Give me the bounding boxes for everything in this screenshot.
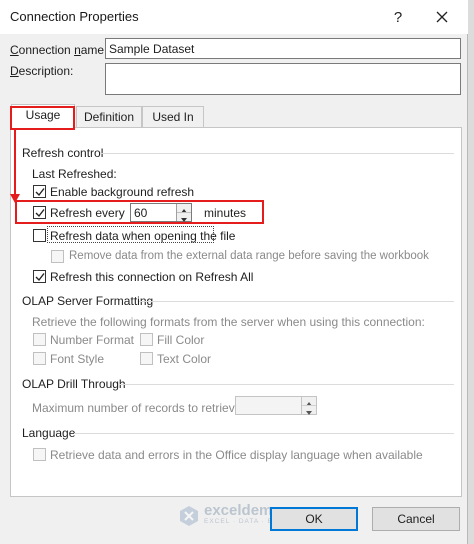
- refresh-control-divider: [100, 153, 454, 154]
- red-arrow-annotation: [10, 129, 20, 203]
- usage-tab-highlight: [10, 106, 75, 130]
- language-heading: Language: [22, 426, 76, 440]
- max-records-spinbox[interactable]: [235, 396, 317, 415]
- cancel-button-label: Cancel: [397, 512, 435, 526]
- office-language-checkbox[interactable]: [33, 448, 46, 461]
- tab-used-in-label: Used In: [152, 110, 194, 124]
- refresh-every-highlight: [15, 200, 264, 224]
- fill-color-label: Fill Color: [157, 333, 205, 347]
- refresh-on-open-label: Refresh data when opening the file: [50, 229, 236, 243]
- text-color-checkbox[interactable]: [140, 352, 153, 365]
- office-language-label: Retrieve data and errors in the Office d…: [50, 448, 423, 462]
- description-label: Description:: [10, 64, 74, 78]
- remove-data-label: Remove data from the external data range…: [69, 250, 429, 262]
- ok-button[interactable]: OK: [270, 507, 358, 531]
- max-records-up-button[interactable]: [302, 397, 316, 406]
- font-style-label: Font Style: [50, 352, 105, 366]
- description-input[interactable]: [105, 63, 461, 95]
- max-records-spinner: [301, 397, 316, 415]
- olap-formatting-heading: OLAP Server Formatting: [22, 294, 154, 308]
- enable-background-refresh-checkbox[interactable]: [33, 185, 46, 198]
- tab-definition[interactable]: Definition: [76, 106, 142, 128]
- checkmark-icon: [35, 273, 45, 282]
- refresh-all-checkbox[interactable]: [33, 270, 46, 283]
- dialog-title: Connection Properties: [10, 9, 139, 24]
- enable-background-refresh-label: Enable background refresh: [50, 185, 195, 199]
- close-icon: [436, 11, 448, 23]
- checkmark-icon: [35, 188, 45, 197]
- connection-name-value: Sample Dataset: [109, 42, 195, 56]
- last-refreshed-label: Last Refreshed:: [32, 167, 117, 181]
- remove-data-checkbox[interactable]: [51, 250, 64, 263]
- olap-formatting-divider: [139, 301, 454, 302]
- max-records-down-button[interactable]: [302, 405, 316, 415]
- refresh-all-label: Refresh this connection on Refresh All: [50, 270, 254, 284]
- olap-drill-heading: OLAP Drill Through: [22, 377, 126, 391]
- help-button[interactable]: ?: [376, 0, 420, 34]
- number-format-checkbox[interactable]: [33, 333, 46, 346]
- connection-name-input[interactable]: Sample Dataset: [105, 38, 461, 59]
- ok-button-label: OK: [305, 512, 323, 526]
- background-sheet-edge: [468, 0, 474, 544]
- max-records-label: Maximum number of records to retrieve:: [32, 401, 245, 415]
- exceldemy-watermark: exceldemy EXCEL · DATA · BI: [178, 503, 281, 527]
- exceldemy-logo-icon: [180, 506, 198, 526]
- close-button[interactable]: [420, 0, 464, 34]
- olap-formatting-description: Retrieve the following formats from the …: [32, 315, 425, 329]
- refresh-control-heading: Refresh control: [22, 146, 104, 160]
- fill-color-checkbox[interactable]: [140, 333, 153, 346]
- help-icon: ?: [393, 8, 403, 26]
- connection-properties-dialog: Connection Properties ? Connection name:…: [0, 0, 468, 544]
- text-color-label: Text Color: [157, 352, 212, 366]
- tab-definition-label: Definition: [83, 110, 135, 124]
- language-divider: [74, 433, 454, 434]
- title-bar: Connection Properties ?: [0, 0, 468, 34]
- number-format-label: Number Format: [50, 333, 135, 347]
- cancel-button[interactable]: Cancel: [372, 507, 460, 531]
- connection-name-label: Connection name:: [10, 43, 108, 57]
- usage-panel: [10, 127, 462, 497]
- tab-used-in[interactable]: Used In: [142, 106, 204, 128]
- font-style-checkbox[interactable]: [33, 352, 46, 365]
- arrow-down-icon: [306, 411, 312, 415]
- refresh-on-open-checkbox[interactable]: [33, 229, 46, 242]
- olap-drill-divider: [118, 384, 454, 385]
